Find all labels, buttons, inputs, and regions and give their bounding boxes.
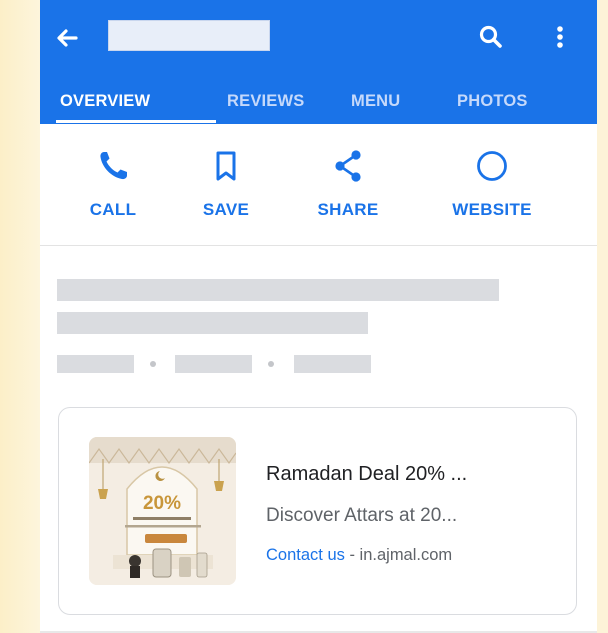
- app-bar: OVERVIEW REVIEWS MENU PHOTOS: [40, 0, 597, 124]
- tab-menu[interactable]: MENU: [351, 92, 400, 111]
- share-label: SHARE: [317, 200, 379, 219]
- right-background-strip: [597, 0, 608, 633]
- search-button[interactable]: [477, 23, 505, 51]
- phone-icon: [100, 152, 127, 180]
- website-button[interactable]: WEBSITE: [437, 146, 547, 226]
- left-background-strip: [0, 0, 40, 633]
- tab-overview[interactable]: OVERVIEW: [60, 92, 150, 111]
- info-line-placeholder: [57, 279, 499, 301]
- contact-us-link[interactable]: Contact us: [266, 546, 345, 564]
- back-button[interactable]: [52, 23, 82, 53]
- bookmark-icon: [216, 151, 236, 181]
- save-label: SAVE: [202, 200, 250, 219]
- ad-link-row: Contact us - in.ajmal.com: [266, 546, 452, 565]
- tab-reviews[interactable]: REVIEWS: [227, 92, 305, 111]
- meta-placeholder: [175, 355, 252, 373]
- ad-title: Ramadan Deal 20% ...: [266, 463, 468, 485]
- separator-dot: [150, 361, 156, 367]
- meta-placeholder: [57, 355, 134, 373]
- tab-photos[interactable]: PHOTOS: [457, 92, 528, 111]
- ad-domain: in.ajmal.com: [359, 546, 453, 564]
- meta-placeholder: [294, 355, 371, 373]
- back-arrow-icon: [57, 29, 78, 47]
- ad-separator: -: [344, 546, 360, 564]
- globe-icon: [477, 151, 507, 181]
- place-panel: OVERVIEW REVIEWS MENU PHOTOS CALL SAVE S…: [40, 0, 597, 633]
- info-line-placeholder: [57, 312, 368, 334]
- ad-description: Discover Attars at 20...: [266, 505, 458, 526]
- website-label: WEBSITE: [452, 200, 532, 219]
- place-title-placeholder: [108, 20, 270, 51]
- call-button[interactable]: CALL: [58, 146, 168, 226]
- share-button[interactable]: SHARE: [293, 146, 403, 226]
- save-button[interactable]: SAVE: [171, 146, 281, 226]
- action-row: CALL SAVE SHARE WEBSITE: [40, 124, 597, 246]
- search-icon: [479, 25, 502, 48]
- ramadan-offer-image: 20%: [89, 437, 236, 585]
- tab-bar: OVERVIEW REVIEWS MENU PHOTOS: [40, 82, 597, 124]
- ad-thumbnail[interactable]: 20%: [89, 437, 236, 585]
- call-label: CALL: [89, 200, 137, 219]
- separator-dot: [268, 361, 274, 367]
- discount-text: 20%: [143, 493, 181, 514]
- more-vert-icon: [557, 26, 563, 48]
- more-options-button[interactable]: [550, 23, 570, 51]
- share-icon: [335, 150, 361, 182]
- active-tab-indicator: [56, 120, 216, 123]
- sponsored-ad-card[interactable]: 20% Ramadan Deal 20% ... Discover Attars…: [58, 407, 577, 615]
